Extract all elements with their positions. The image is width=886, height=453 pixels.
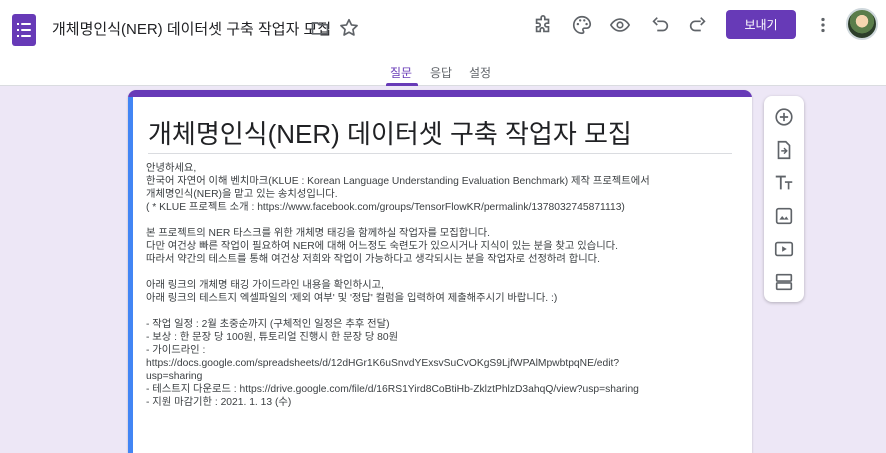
active-tab-indicator <box>386 83 418 86</box>
description-line: 본 프로젝트의 NER 타스크를 위한 개체명 태깅을 함께하실 작업자를 모집… <box>146 228 491 239</box>
description-line <box>146 305 742 318</box>
preview-eye-icon[interactable] <box>609 14 631 36</box>
description-line: - 지원 마감기한 : 2021. 1. 13 (수) <box>146 397 292 408</box>
tab-responses[interactable]: 응답 <box>430 64 452 81</box>
send-button[interactable]: 보내기 <box>726 10 796 39</box>
redo-icon[interactable] <box>687 14 709 36</box>
top-app-bar: 개체명인식(NER) 데이터셋 구축 작업자 모집 보내기 질문 응답 설정 <box>0 0 886 86</box>
more-vert-icon[interactable] <box>812 14 834 36</box>
description-line: 따라서 약간의 테스트를 통해 여건상 저희와 작업이 가능하다고 생각되시는 … <box>146 254 601 265</box>
description-line: 아래 링크의 테스트지 엑셀파일의 '제외 여부' 및 '정답' 컬럼을 입력하… <box>146 293 558 304</box>
add-question-icon[interactable] <box>773 106 795 128</box>
addon-icon[interactable] <box>532 14 554 36</box>
star-icon[interactable] <box>338 17 360 39</box>
side-toolbar <box>764 96 804 302</box>
description-line: ( * KLUE 프로젝트 소개 : https://www.facebook.… <box>146 202 625 213</box>
tab-bar: 질문 응답 설정 <box>0 58 886 86</box>
add-section-icon[interactable] <box>773 271 795 293</box>
description-line <box>146 266 742 279</box>
tab-settings[interactable]: 설정 <box>469 64 491 81</box>
description-line: usp=sharing <box>146 371 203 382</box>
palette-icon[interactable] <box>571 14 593 36</box>
description-line: 다만 여건상 빠른 작업이 필요하여 NER에 대해 어느정도 숙련도가 있으시… <box>146 241 618 252</box>
tab-questions[interactable]: 질문 <box>390 64 412 81</box>
description-line <box>146 214 742 227</box>
description-line: 안녕하세요, <box>146 163 197 174</box>
add-video-icon[interactable] <box>773 238 795 260</box>
document-title[interactable]: 개체명인식(NER) 데이터셋 구축 작업자 모집 <box>52 18 331 39</box>
folder-icon[interactable] <box>310 18 330 38</box>
description-line: 한국어 자연어 이해 벤치마크(KLUE : Korean Language U… <box>146 176 650 187</box>
description-line: 아래 링크의 개체명 태깅 가이드라인 내용을 확인하시고, <box>146 280 384 291</box>
import-questions-icon[interactable] <box>773 139 795 161</box>
form-header-card[interactable]: 개체명인식(NER) 데이터셋 구축 작업자 모집 안녕하세요, 한국어 자연어 … <box>128 90 752 453</box>
form-title[interactable]: 개체명인식(NER) 데이터셋 구축 작업자 모집 <box>148 114 632 151</box>
description-line: - 테스트지 다운로드 : https://drive.google.com/f… <box>146 384 639 395</box>
undo-icon[interactable] <box>649 14 671 36</box>
google-forms-logo-icon[interactable] <box>12 14 36 46</box>
add-title-icon[interactable] <box>773 172 795 194</box>
description-line: - 가이드라인 : <box>146 345 206 356</box>
description-line: https://docs.google.com/spreadsheets/d/1… <box>146 358 620 369</box>
description-line: - 보상 : 한 문장 당 100원, 튜토리얼 진행시 한 문장 당 80원 <box>146 332 399 343</box>
title-divider <box>148 153 732 154</box>
add-image-icon[interactable] <box>773 205 795 227</box>
form-description[interactable]: 안녕하세요, 한국어 자연어 이해 벤치마크(KLUE : Korean Lang… <box>146 162 742 409</box>
avatar[interactable] <box>846 8 878 40</box>
description-line: - 작업 일정 : 2월 초중순까지 (구체적인 일정은 추후 전달) <box>146 319 390 330</box>
card-focus-bar <box>128 97 133 453</box>
card-accent-bar <box>128 90 752 97</box>
description-line: 개체명인식(NER)을 맡고 있는 송치성입니다. <box>146 189 338 200</box>
